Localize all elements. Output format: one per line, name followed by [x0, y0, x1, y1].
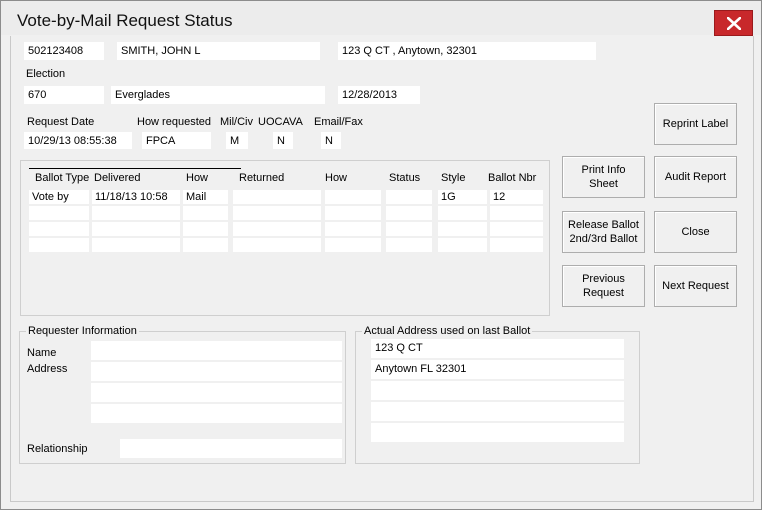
election-label: Election — [26, 68, 66, 80]
voter-id-field[interactable]: 502123408 — [24, 42, 104, 60]
requester-address-line-1[interactable] — [91, 362, 342, 381]
close-button[interactable]: Close — [654, 211, 737, 253]
cell-returned[interactable] — [233, 206, 321, 220]
election-date-field[interactable]: 12/28/2013 — [338, 86, 420, 104]
grid-header-rule — [29, 168, 241, 169]
cell-delivered[interactable] — [92, 222, 180, 236]
requester-name-field[interactable] — [91, 341, 342, 360]
request-date-field[interactable]: 10/29/13 08:55:38 — [24, 132, 132, 149]
cell-delivered[interactable] — [92, 238, 180, 252]
election-number-field[interactable]: 670 — [24, 86, 104, 104]
milciv-field[interactable]: M — [226, 132, 248, 149]
actual-address-line-3[interactable] — [371, 381, 624, 400]
requester-name-label: Name — [27, 347, 57, 359]
cell-returned[interactable] — [233, 190, 321, 204]
cell-status[interactable] — [386, 190, 432, 204]
actual-address-group-title: Actual Address used on last Ballot — [362, 324, 533, 338]
previous-request-button[interactable]: Previous Request — [562, 265, 645, 307]
window-title: Vote-by-Mail Request Status — [17, 11, 233, 30]
how-requested-label: How requested — [137, 116, 211, 128]
emailfax-field[interactable]: N — [321, 132, 341, 149]
cell-style[interactable] — [438, 222, 487, 236]
audit-report-button[interactable]: Audit Report — [654, 156, 737, 198]
actual-address-group: Actual Address used on last Ballot 123 Q… — [355, 324, 640, 464]
cell-ballot-nbr[interactable] — [490, 222, 543, 236]
requester-address-label: Address — [27, 363, 68, 375]
requester-information-group: Requester Information Name Address Relat… — [19, 324, 346, 464]
cell-status[interactable] — [386, 206, 432, 220]
requester-address-line-2[interactable] — [91, 383, 342, 402]
relationship-field[interactable] — [120, 439, 342, 458]
col-status: Status — [389, 172, 421, 184]
title-bar[interactable]: Vote-by-Mail Request Status — [1, 1, 761, 36]
milciv-label: Mil/Civ — [220, 116, 253, 128]
cell-returned-how[interactable] — [325, 238, 381, 252]
voter-address-field[interactable]: 123 Q CT , Anytown, 32301 — [338, 42, 596, 60]
client-area: 502123408 SMITH, JOHN L 123 Q CT , Anyto… — [10, 36, 754, 502]
requester-address-line-3[interactable] — [91, 404, 342, 423]
actual-address-line-1[interactable]: 123 Q CT — [371, 339, 624, 358]
cell-style[interactable] — [438, 206, 487, 220]
next-request-button[interactable]: Next Request — [654, 265, 737, 307]
col-delivered: Delivered — [94, 172, 141, 184]
emailfax-label: Email/Fax — [314, 116, 363, 128]
cell-returned-how[interactable] — [325, 222, 381, 236]
ballot-history-grid: Ballot Type Delivered How Returned How S… — [20, 160, 550, 316]
actual-address-line-2[interactable]: Anytown FL 32301 — [371, 360, 624, 379]
cell-style[interactable] — [438, 238, 487, 252]
how-requested-field[interactable]: FPCA — [142, 132, 211, 149]
cell-delivered-how[interactable] — [183, 206, 228, 220]
cell-ballot-type[interactable] — [29, 206, 89, 220]
col-ballot-type: Ballot Type — [35, 172, 90, 184]
cell-delivered-how[interactable] — [183, 222, 228, 236]
close-icon — [727, 17, 741, 30]
col-returned: Returned — [239, 172, 285, 184]
col-returned-how: How — [325, 172, 348, 184]
cell-delivered[interactable] — [92, 206, 180, 220]
cell-returned[interactable] — [233, 222, 321, 236]
cell-returned-how[interactable] — [325, 206, 381, 220]
cell-ballot-type[interactable] — [29, 238, 89, 252]
actual-address-line-4[interactable] — [371, 402, 624, 421]
vbm-request-status-window: Vote-by-Mail Request Status 502123408 SM… — [0, 0, 762, 510]
relationship-label: Relationship — [27, 443, 88, 455]
actual-address-line-5[interactable] — [371, 423, 624, 442]
cell-returned[interactable] — [233, 238, 321, 252]
cell-status[interactable] — [386, 238, 432, 252]
release-ballot-button[interactable]: Release Ballot 2nd/3rd Ballot — [562, 211, 645, 253]
cell-delivered-how[interactable] — [183, 238, 228, 252]
voter-name-field[interactable]: SMITH, JOHN L — [117, 42, 320, 60]
uocava-field[interactable]: N — [273, 132, 293, 149]
requester-group-title: Requester Information — [26, 324, 139, 338]
cell-ballot-type[interactable] — [29, 222, 89, 236]
cell-ballot-nbr[interactable] — [490, 206, 543, 220]
cell-delivered-how[interactable]: Mail — [183, 190, 228, 204]
col-delivered-how: How — [186, 172, 209, 184]
uocava-label: UOCAVA — [258, 116, 303, 128]
cell-ballot-nbr[interactable] — [490, 238, 543, 252]
col-ballot-nbr: Ballot Nbr — [488, 172, 537, 184]
col-style: Style — [441, 172, 466, 184]
request-date-label: Request Date — [27, 116, 95, 128]
cell-returned-how[interactable] — [325, 190, 381, 204]
election-name-field[interactable]: Everglades — [111, 86, 325, 104]
reprint-label-button[interactable]: Reprint Label — [654, 103, 737, 145]
cell-ballot-type[interactable]: Vote by — [29, 190, 89, 204]
cell-delivered[interactable]: 11/18/13 10:58 — [92, 190, 180, 204]
print-info-sheet-button[interactable]: Print Info Sheet — [562, 156, 645, 198]
cell-style[interactable]: 1G — [438, 190, 487, 204]
close-window-button[interactable] — [714, 10, 753, 36]
cell-status[interactable] — [386, 222, 432, 236]
cell-ballot-nbr[interactable]: 12 — [490, 190, 543, 204]
